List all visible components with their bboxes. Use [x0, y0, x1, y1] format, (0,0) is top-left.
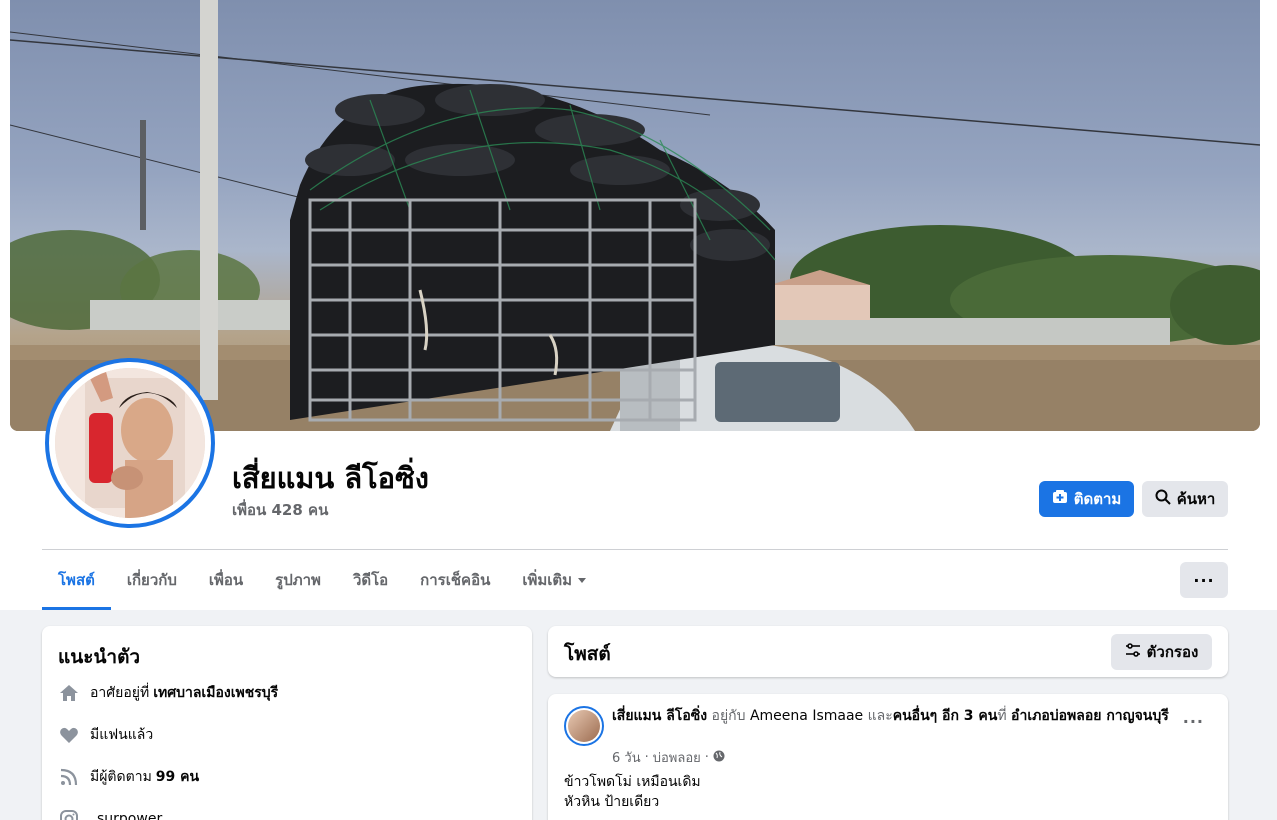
post-author-photo: [568, 710, 600, 742]
chevron-down-icon: [578, 577, 587, 583]
posts-title: โพสต์: [564, 643, 611, 665]
intro-followers: มีผู้ติดตาม 99 คน: [58, 766, 199, 788]
post-others-link[interactable]: คนอื่นๆ อีก 3 คน: [893, 708, 998, 724]
cover-photo[interactable]: [10, 0, 1260, 431]
instagram-handle[interactable]: _surpower_: [90, 811, 169, 820]
post-time[interactable]: 6 วัน: [612, 747, 641, 768]
lives-prefix: อาศัยอยู่ที่: [90, 685, 150, 701]
post-text-line: ข้าวโพดโม่ เหมือนเดิม: [564, 774, 701, 790]
filter-sliders-icon: [1125, 642, 1141, 662]
profile-avatar[interactable]: [45, 358, 215, 528]
tab-friends[interactable]: เพื่อน: [193, 550, 259, 610]
search-icon: [1155, 489, 1171, 509]
tab-posts[interactable]: โพสต์: [42, 550, 111, 610]
intro-title: แนะนำตัว: [58, 646, 141, 668]
followers-count-link[interactable]: 99 คน: [156, 766, 199, 788]
post-place-link[interactable]: อำเภอบ่อพลอย กาญจนบุรี: [1011, 708, 1169, 724]
post-card: เสี่ยแมน ลีโอซิ่ง อยู่กับ Ameena Ismaae …: [548, 694, 1228, 820]
post-text-line: หัวหิน ป้ายเดียว: [564, 794, 660, 810]
profile-name: เสี่ยแมน ลีโอซิ่ง: [232, 461, 429, 495]
post-timestamp-row: 6 วัน · บ่อพลอย ·: [612, 747, 725, 768]
lives-place-link[interactable]: เทศบาลเมืองเพชรบุรี: [153, 682, 278, 704]
followers-prefix: มีผู้ติดตาม: [90, 769, 152, 785]
globe-public-icon: [713, 750, 725, 766]
tab-checkins-label: การเช็คอิน: [420, 571, 491, 589]
rss-followers-icon: [58, 766, 80, 788]
follow-button[interactable]: ติดตาม: [1039, 481, 1134, 517]
post-header-text: เสี่ยแมน ลีโอซิ่ง อยู่กับ Ameena Ismaae …: [612, 706, 1172, 726]
profile-photo: [55, 368, 205, 518]
tab-videos[interactable]: วิดีโอ: [337, 550, 404, 610]
tab-photos[interactable]: รูปภาพ: [259, 550, 337, 610]
follow-label: ติดตาม: [1073, 490, 1122, 508]
intro-relationship: มีแฟนแล้ว: [58, 724, 153, 746]
tab-friends-label: เพื่อน: [208, 571, 244, 589]
separator-dot: ·: [644, 750, 649, 765]
tab-videos-label: วิดีโอ: [352, 571, 389, 589]
post-tagged-link[interactable]: Ameena Ismaae: [750, 708, 863, 724]
tab-photos-label: รูปภาพ: [275, 571, 321, 589]
intro-instagram: _surpower_: [58, 808, 169, 820]
profile-tabs: โพสต์ เกี่ยวกับ เพื่อน รูปภาพ วิดีโอ การ…: [42, 550, 602, 610]
posts-header-card: โพสต์ ตัวกรอง: [548, 626, 1228, 677]
intro-lives-in: อาศัยอยู่ที่ เทศบาลเมืองเพชรบุรี: [58, 682, 278, 704]
friends-count[interactable]: เพื่อน 428 คน: [232, 498, 328, 522]
search-button[interactable]: ค้นหา: [1142, 481, 1228, 517]
post-with-text: อยู่กับ: [711, 708, 746, 724]
filter-button[interactable]: ตัวกรอง: [1111, 634, 1212, 670]
post-at-text: ที่: [997, 708, 1007, 724]
tab-more-label: เพิ่มเติม: [522, 571, 573, 589]
heart-icon: [58, 724, 80, 746]
tab-about-label: เกี่ยวกับ: [126, 571, 177, 589]
tab-checkins[interactable]: การเช็คอิน: [404, 550, 506, 610]
more-options-button[interactable]: ···: [1180, 562, 1228, 598]
post-body: ข้าวโพดโม่ เหมือนเดิม หัวหิน ป้ายเดียว: [564, 772, 701, 812]
post-author-avatar[interactable]: [564, 706, 604, 746]
follow-icon: [1052, 489, 1068, 509]
relationship-status: มีแฟนแล้ว: [90, 727, 154, 743]
filter-label: ตัวกรอง: [1146, 643, 1199, 661]
separator-dot: ·: [704, 750, 709, 765]
tab-more[interactable]: เพิ่มเติม: [506, 550, 602, 610]
search-label: ค้นหา: [1176, 490, 1216, 508]
post-author-link[interactable]: เสี่ยแมน ลีโอซิ่ง: [612, 708, 707, 724]
home-icon: [58, 682, 80, 704]
tab-posts-label: โพสต์: [58, 571, 95, 589]
tab-about[interactable]: เกี่ยวกับ: [111, 550, 193, 610]
post-and-text: และ: [867, 708, 893, 724]
post-location[interactable]: บ่อพลอย: [653, 747, 701, 768]
intro-card: แนะนำตัว อาศัยอยู่ที่ เทศบาลเมืองเพชรบุร…: [42, 626, 532, 820]
instagram-icon: [58, 808, 80, 820]
post-options-button[interactable]: ···: [1183, 712, 1204, 731]
